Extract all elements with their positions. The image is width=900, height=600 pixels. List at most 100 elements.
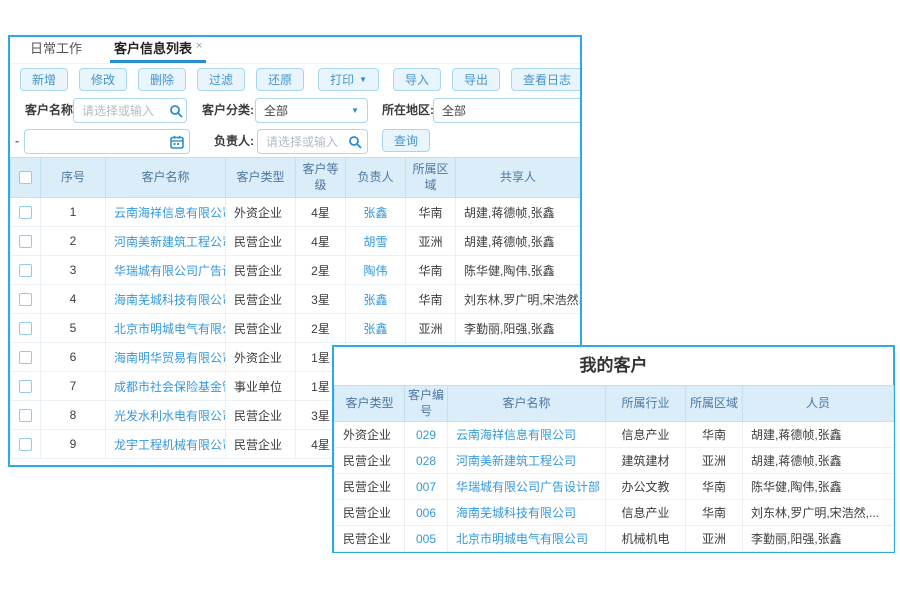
cell-level: 4星 [296,227,346,256]
close-icon[interactable]: × [196,40,202,52]
import-button[interactable]: 导入 [393,68,441,91]
cell-industry: 建筑建材 [606,448,686,474]
customer-code-link[interactable]: 005 [416,532,436,546]
cell-type: 民营企业 [226,430,296,459]
owner-link[interactable]: 陶伟 [363,264,387,278]
cell-no: 9 [41,430,106,459]
owner-link[interactable]: 张鑫 [363,322,387,336]
customer-name-link[interactable]: 北京市明城电气有限公司 [456,532,588,546]
add-button[interactable]: 新增 [20,68,68,91]
owner-link[interactable]: 张鑫 [363,293,387,307]
row-checkbox[interactable] [19,438,32,451]
my-customers-table: 客户类型 客户编号 客户名称 所属行业 所属区域 人员 外资企业 029 云南海… [334,385,894,552]
filter-area: 客户名称: 客户分类: 全部 ▼ 所在地区: 全部 - 负责人: 查询 [10,95,580,157]
cell-region: 亚洲 [686,526,743,552]
view-log-button[interactable]: 查看日志 [511,68,582,91]
edit-button[interactable]: 修改 [79,68,127,91]
customer-name-link[interactable]: 河南美新建筑工程公司 [456,454,576,468]
table-row: 3 华瑞城有限公司广告设计部 民营企业 2星 陶伟 华南 陈华健,陶伟,张鑫 [11,256,581,285]
customer-name-link[interactable]: 海南芜城科技有限公司 [114,293,226,307]
col-header-name: 客户名称 [106,158,226,198]
cell-personnel: 胡建,蒋德帧,张鑫 [743,448,894,474]
table-row: 5 北京市明城电气有限公司 民营企业 2星 张鑫 亚洲 李勤丽,阳强,张鑫 [11,314,581,343]
date-input[interactable] [24,129,190,154]
table-row: 1 云南海祥信息有限公司 外资企业 4星 张鑫 华南 胡建,蒋德帧,张鑫 [11,198,581,227]
table-row: 2 河南美新建筑工程公司 民营企业 4星 胡雪 亚洲 胡建,蒋德帧,张鑫 [11,227,581,256]
row-checkbox[interactable] [19,235,32,248]
cell-level: 3星 [296,285,346,314]
row-checkbox[interactable] [19,409,32,422]
cell-personnel: 陈华健,陶伟,张鑫 [743,474,894,500]
customer-name-label: 客户名称: [25,98,77,122]
cell-region: 华南 [686,474,743,500]
customer-name-link[interactable]: 成都市社会保险基金管理... [114,380,226,394]
customer-name-link[interactable]: 海南芜城科技有限公司 [456,506,576,520]
cell-shared: 刘东林,罗广明,宋浩然,张鑫 [456,285,581,314]
customer-name-link[interactable]: 河南美新建筑工程公司 [114,235,226,249]
owner-link[interactable]: 张鑫 [363,206,387,220]
tab-daily-work[interactable]: 日常工作 [26,35,86,63]
date-range-dash: - [15,129,19,153]
export-button[interactable]: 导出 [452,68,500,91]
cell-type: 外资企业 [335,422,405,448]
cell-region: 华南 [686,422,743,448]
customer-name-link[interactable]: 光发水利水电有限公司 [114,409,226,423]
delete-button[interactable]: 删除 [138,68,186,91]
select-all-checkbox[interactable] [19,171,32,184]
print-button[interactable]: 打印 ▼ [318,68,379,91]
search-icon[interactable] [348,135,362,149]
row-checkbox[interactable] [19,322,32,335]
customer-name-link[interactable]: 龙宇工程机械有限公司 [114,438,226,452]
customer-name-link[interactable]: 海南明华贸易有限公司 [114,351,226,365]
table-row: 4 海南芜城科技有限公司 民营企业 3星 张鑫 华南 刘东林,罗广明,宋浩然,张… [11,285,581,314]
cell-industry: 机械机电 [606,526,686,552]
cell-no: 3 [41,256,106,285]
cell-type: 民营企业 [335,448,405,474]
row-checkbox[interactable] [19,293,32,306]
cell-no: 1 [41,198,106,227]
col-header-industry: 所属行业 [606,386,686,422]
owner-link[interactable]: 胡雪 [363,235,387,249]
cell-no: 5 [41,314,106,343]
customer-name-link[interactable]: 华瑞城有限公司广告设计部 [456,480,600,494]
col-header-owner: 负责人 [346,158,406,198]
customer-code-link[interactable]: 028 [416,454,436,468]
row-checkbox[interactable] [19,264,32,277]
customer-name-link[interactable]: 云南海祥信息有限公司 [114,206,226,220]
customer-category-label: 客户分类: [202,98,254,122]
row-checkbox[interactable] [19,380,32,393]
customer-name-link[interactable]: 云南海祥信息有限公司 [456,428,576,442]
tab-customer-list[interactable]: 客户信息列表 × [110,35,206,63]
customer-code-link[interactable]: 007 [416,480,436,494]
row-checkbox[interactable] [19,351,32,364]
cell-region: 华南 [686,500,743,526]
tab-customer-list-label: 客户信息列表 [114,41,192,56]
restore-button[interactable]: 还原 [256,68,304,91]
customer-name-link[interactable]: 华瑞城有限公司广告设计部 [114,264,226,278]
filter-button[interactable]: 过滤 [197,68,245,91]
cell-shared: 胡建,蒋德帧,张鑫 [456,227,581,256]
cell-type: 外资企业 [226,343,296,372]
cell-industry: 信息产业 [606,422,686,448]
owner-label: 负责人: [214,129,254,153]
row-checkbox[interactable] [19,206,32,219]
cell-type: 民营企业 [335,500,405,526]
cell-level: 2星 [296,314,346,343]
cell-shared: 陈华健,陶伟,张鑫 [456,256,581,285]
cell-type: 民营企业 [226,227,296,256]
col-header-type: 客户类型 [335,386,405,422]
my-customers-window: 我的客户 客户类型 客户编号 客户名称 所属行业 所属区域 人员 外资企业 02… [332,345,895,553]
customer-code-link[interactable]: 029 [416,428,436,442]
search-icon[interactable] [169,104,183,118]
customer-category-select[interactable]: 全部 ▼ [255,98,368,123]
customer-code-link[interactable]: 006 [416,506,436,520]
calendar-icon[interactable] [170,135,184,149]
customer-category-value: 全部 [264,102,351,119]
region-value: 全部 [442,102,576,119]
cell-personnel: 胡建,蒋德帧,张鑫 [743,422,894,448]
cell-level: 2星 [296,256,346,285]
query-button[interactable]: 查询 [382,129,430,152]
cell-type: 民营企业 [226,256,296,285]
region-select[interactable]: 全部 [433,98,582,123]
customer-name-link[interactable]: 北京市明城电气有限公司 [114,322,226,336]
